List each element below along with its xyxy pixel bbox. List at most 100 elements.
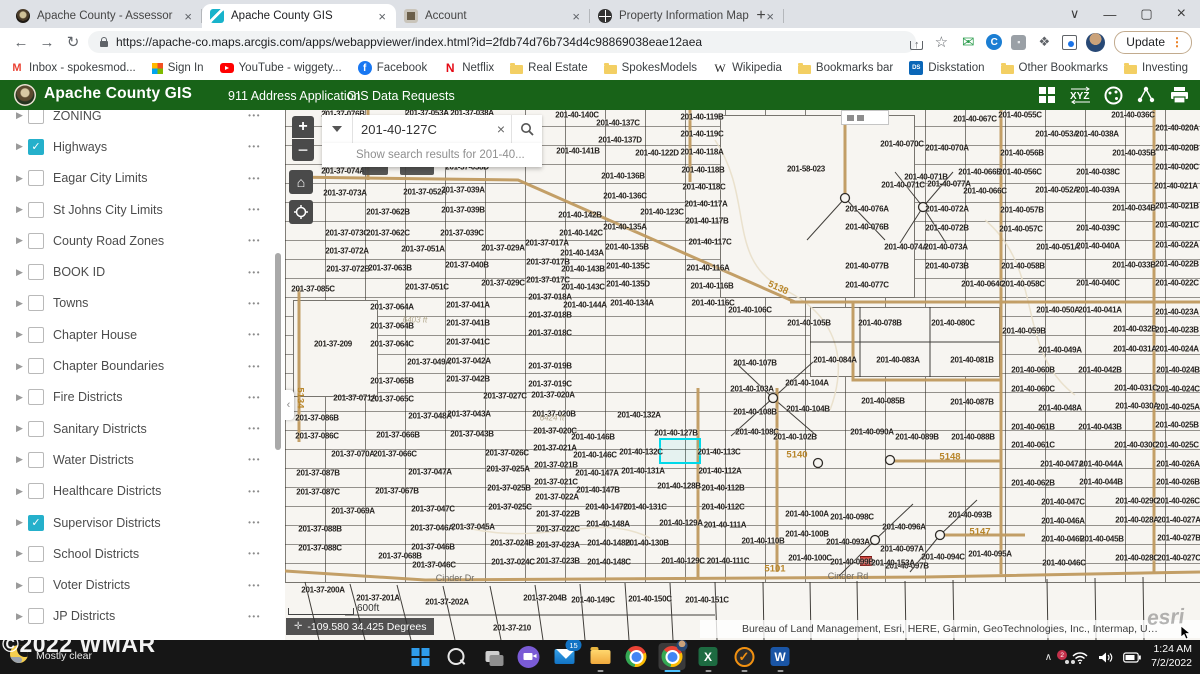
chrome-taskbar-icon[interactable] (659, 643, 686, 670)
layer-row[interactable]: ▶Voter Districts••• (0, 569, 285, 600)
bookmark-item[interactable]: YouTube - wiggety... (220, 62, 342, 74)
layer-row[interactable]: ▶Water Districts••• (0, 444, 285, 475)
bookmark-item[interactable]: Diskstation (909, 61, 984, 75)
search-source-dropdown[interactable] (322, 115, 353, 143)
layer-row[interactable]: ▶✓Highways••• (0, 131, 285, 162)
chevron-right-icon[interactable]: ▶ (16, 110, 28, 121)
bookmark-item[interactable]: Netflix (443, 61, 494, 75)
layer-checkbox[interactable] (28, 358, 44, 374)
explorer-taskbar-icon[interactable] (587, 643, 614, 670)
browser-tab[interactable]: Apache County GIS× (202, 4, 396, 28)
bookmark-item[interactable]: Inbox - spokesmod... (10, 61, 136, 75)
layer-options-icon[interactable]: ••• (248, 362, 261, 371)
layer-checkbox[interactable] (28, 546, 44, 562)
layer-checkbox[interactable] (28, 110, 44, 124)
url-text[interactable]: https://apache-co.maps.arcgis.com/apps/w… (116, 35, 702, 49)
chevron-right-icon[interactable]: ▶ (16, 454, 28, 465)
c-icon[interactable] (986, 34, 1002, 50)
chevron-right-icon[interactable]: ▶ (16, 329, 28, 340)
minimize-icon[interactable]: — (1103, 7, 1116, 22)
layer-row[interactable]: ▶Chapter Boundaries••• (0, 350, 285, 381)
layer-row[interactable]: ▶Fire Districts••• (0, 382, 285, 413)
layer-options-icon[interactable]: ••• (248, 393, 261, 402)
share-icon[interactable] (1135, 84, 1157, 106)
chevron-right-icon[interactable]: ▶ (16, 423, 28, 434)
chevron-right-icon[interactable]: ▶ (16, 580, 28, 591)
puzzle-icon[interactable] (1035, 33, 1053, 51)
layer-row[interactable]: ▶JP Districts••• (0, 601, 285, 632)
layer-checkbox[interactable] (28, 389, 44, 405)
volume-icon[interactable] (1098, 651, 1113, 664)
mail-icon[interactable] (959, 33, 977, 51)
layer-options-icon[interactable]: ••• (248, 205, 261, 214)
menu-911-address-application[interactable]: 911 Address Application (228, 89, 361, 103)
bookmark-item[interactable]: Wikipedia (713, 61, 782, 75)
layer-row[interactable]: ▶Sanitary Districts••• (0, 413, 285, 444)
layer-options-icon[interactable]: ••• (248, 581, 261, 590)
layer-options-icon[interactable]: ••• (248, 330, 261, 339)
bookmark-item[interactable]: Facebook (358, 61, 428, 75)
mail-taskbar-icon[interactable]: 15 (551, 643, 578, 670)
layer-checkbox[interactable] (28, 233, 44, 249)
layer-options-icon[interactable]: ••• (248, 299, 261, 308)
chevron-right-icon[interactable]: ▶ (16, 173, 28, 184)
bookmark-item[interactable]: Real Estate (510, 62, 587, 74)
task-view-taskbar-icon[interactable] (479, 643, 506, 670)
layer-options-icon[interactable]: ••• (248, 111, 261, 120)
zoom-in-button[interactable]: + (292, 116, 314, 138)
search-input[interactable] (353, 122, 491, 137)
bookmark-item[interactable]: Bookmarks bar (798, 62, 893, 74)
bookmark-item[interactable]: Investing (1124, 62, 1188, 74)
profile-avatar[interactable] (1086, 33, 1105, 52)
layer-options-icon[interactable]: ••• (248, 549, 261, 558)
bookmark-item[interactable]: Sign In (152, 62, 204, 74)
map-canvas[interactable]: 201-37-076B201-37-053A201-37-038A201-40-… (285, 110, 1200, 640)
chevron-right-icon[interactable]: ▶ (16, 298, 28, 309)
chevron-right-icon[interactable]: ▶ (16, 267, 28, 278)
my-location-button[interactable] (289, 200, 313, 224)
sidebar-scrollbar[interactable] (275, 253, 281, 450)
reload-button[interactable]: ↻ (62, 31, 84, 53)
layer-checkbox[interactable] (28, 577, 44, 593)
chevron-right-icon[interactable]: ▶ (16, 361, 28, 372)
layer-checkbox[interactable] (28, 608, 44, 624)
zoom-out-button[interactable]: − (292, 139, 314, 161)
window-menu-icon[interactable]: ∨ (1070, 6, 1080, 22)
layer-checkbox[interactable] (28, 170, 44, 186)
layer-options-icon[interactable]: ••• (248, 142, 261, 151)
home-extent-button[interactable]: ⌂ (289, 170, 313, 194)
start-taskbar-icon[interactable] (407, 643, 434, 670)
box-icon[interactable] (1011, 35, 1026, 50)
tab-close-icon[interactable]: × (570, 9, 582, 24)
layer-checkbox[interactable] (28, 452, 44, 468)
close-icon[interactable]: × (1177, 5, 1186, 23)
chevron-right-icon[interactable]: ▶ (16, 611, 28, 622)
chevron-right-icon[interactable]: ▶ (16, 141, 28, 152)
layer-checkbox[interactable] (28, 202, 44, 218)
restore-icon[interactable]: ▢ (1140, 6, 1152, 22)
forward-button[interactable]: → (36, 31, 58, 53)
sharebox-icon[interactable] (910, 41, 923, 50)
bookmark-item[interactable]: SpokesModels (604, 62, 697, 74)
todo-taskbar-icon[interactable]: ✓ (731, 643, 758, 670)
layer-row[interactable]: ▶St Johns City Limits••• (0, 194, 285, 225)
browser-tab[interactable]: Account× (396, 4, 590, 28)
print-icon[interactable] (1168, 84, 1190, 106)
chevron-right-icon[interactable]: ▶ (16, 235, 28, 246)
clock-widget[interactable]: 1:24 AM 7/2/2022 (1151, 643, 1192, 670)
layer-row[interactable]: ▶ZONING••• (0, 110, 285, 131)
layer-options-icon[interactable]: ••• (248, 487, 261, 496)
menu-gis-data-requests[interactable]: GIS Data Requests (347, 89, 455, 103)
layer-row[interactable]: ▶BOOK ID••• (0, 256, 285, 287)
meet-taskbar-icon[interactable] (515, 643, 542, 670)
selected-parcel-highlight[interactable] (659, 438, 701, 464)
sidebar-collapse-arrow[interactable]: ‹ (285, 390, 294, 420)
search-button[interactable] (511, 115, 542, 143)
basemap-palette-icon[interactable] (1102, 84, 1124, 106)
layer-options-icon[interactable]: ••• (248, 236, 261, 245)
layer-options-icon[interactable]: ••• (248, 455, 261, 464)
layer-options-icon[interactable]: ••• (248, 174, 261, 183)
layer-options-icon[interactable]: ••• (248, 518, 261, 527)
clear-search-icon[interactable]: × (491, 121, 511, 137)
layer-row[interactable]: ▶Healthcare Districts••• (0, 476, 285, 507)
